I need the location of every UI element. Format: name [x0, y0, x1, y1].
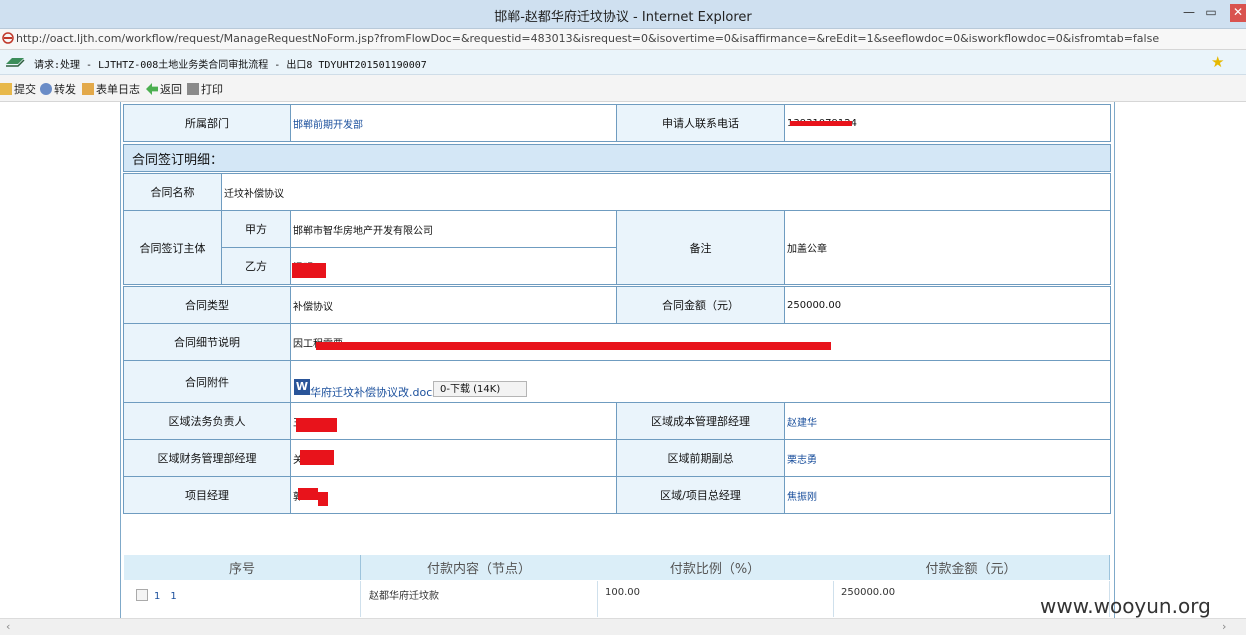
forward-label: 转发 — [54, 83, 76, 96]
submit-button[interactable]: 提交 — [0, 81, 36, 97]
ie-page-icon — [2, 32, 14, 44]
cost-manager-label: 区域成本管理部经理 — [616, 402, 785, 440]
payment-header-seq: 序号 — [124, 555, 361, 580]
form-log-label: 表单日志 — [96, 83, 140, 96]
back-button[interactable]: 返回 — [146, 81, 182, 97]
contract-type-label: 合同类型 — [123, 286, 291, 324]
attachment-label: 合同附件 — [123, 360, 291, 403]
contract-amount-value: 250000.00 — [784, 286, 1111, 324]
form-log-button[interactable]: 表单日志 — [82, 81, 140, 97]
print-label: 打印 — [201, 83, 223, 96]
close-button[interactable]: ✕ — [1230, 4, 1246, 22]
vice-president-value: 栗志勇 — [784, 439, 1111, 477]
payment-seq-b: 1 — [170, 591, 177, 602]
legal-value: 王 — [290, 402, 617, 440]
parties-label: 合同签订主体 — [123, 210, 222, 285]
party-b-label: 乙方 — [221, 247, 291, 285]
phone-label: 申请人联系电话 — [616, 104, 785, 142]
redaction-mark — [316, 342, 831, 350]
contract-amount-label: 合同金额（元） — [616, 286, 785, 324]
log-icon — [82, 83, 94, 95]
submit-label: 提交 — [14, 83, 36, 96]
payment-ratio: 100.00 — [597, 581, 834, 617]
finance-manager-value: 关 — [290, 439, 617, 477]
payment-content: 赵都华府迁坟款 — [361, 581, 598, 617]
printer-icon — [187, 83, 199, 95]
payment-row-seq: 11 — [124, 581, 361, 617]
form-content: 所属部门 邯郸前期开发部 申请人联系电话 13931079124 合同签订明细：… — [0, 102, 1246, 618]
party-a-label: 甲方 — [221, 210, 291, 248]
scroll-right-icon[interactable]: › — [1222, 620, 1226, 633]
window-title-bar: 邯郸-赵都华府迁坟协议 - Internet Explorer — ▭ ✕ — [0, 0, 1246, 29]
dept-value: 邯郸前期开发部 — [290, 104, 617, 142]
project-manager-label: 项目经理 — [123, 476, 291, 514]
vice-president-label: 区域前期副总 — [616, 439, 785, 477]
redaction-mark — [300, 450, 334, 465]
redaction-mark — [790, 121, 852, 126]
section-title: 合同签订明细： — [123, 144, 1111, 172]
back-label: 返回 — [160, 83, 182, 96]
redaction-mark — [296, 418, 337, 432]
toolbar: 提交 转发 表单日志 返回 打印 — [0, 75, 1246, 102]
finance-manager-label: 区域财务管理部经理 — [123, 439, 291, 477]
party-a-value: 邯郸市智华房地产开发有限公司 — [290, 210, 617, 248]
contract-type-value: 补偿协议 — [290, 286, 617, 324]
project-manager-value: 郭 — [290, 476, 617, 514]
cost-manager-value: 赵建华 — [784, 402, 1111, 440]
forward-icon — [40, 83, 52, 95]
download-button[interactable]: 0-下载 (14K) — [433, 381, 527, 397]
scroll-left-icon[interactable]: ‹ — [6, 620, 10, 633]
word-document-icon: W — [294, 379, 310, 395]
remark-value: 加盖公章 — [784, 210, 1111, 285]
contract-detail-label: 合同细节说明 — [123, 323, 291, 361]
back-arrow-icon — [146, 83, 158, 95]
attachment-link[interactable]: 华府迁坟补偿协议改.docx — [310, 384, 439, 400]
watermark: www.wooyun.org — [1040, 594, 1211, 618]
general-manager-label: 区域/项目总经理 — [616, 476, 785, 514]
contract-name-value: 迁坟补偿协议 — [221, 173, 1111, 211]
dept-label: 所属部门 — [123, 104, 291, 142]
payment-header-content: 付款内容（节点） — [361, 555, 598, 580]
legal-label: 区域法务负责人 — [123, 402, 291, 440]
redaction-mark — [318, 492, 328, 506]
request-header: 请求:处理 - LJTHTZ-008土地业务类合同审批流程 - 出口8 TDYU… — [0, 50, 1246, 75]
maximize-button[interactable]: ▭ — [1200, 4, 1222, 22]
print-button[interactable]: 打印 — [187, 81, 223, 97]
request-title: 请求:处理 - LJTHTZ-008土地业务类合同审批流程 - 出口8 TDYU… — [34, 60, 427, 71]
minimize-button[interactable]: — — [1178, 4, 1200, 22]
window-title: 邯郸-赵都华府迁坟协议 - Internet Explorer — [494, 10, 752, 25]
forward-button[interactable]: 转发 — [40, 81, 76, 97]
redaction-mark — [292, 263, 326, 278]
address-bar[interactable]: http://oact.ljth.com/workflow/request/Ma… — [0, 29, 1246, 50]
payment-seq-a: 1 — [154, 591, 161, 602]
contract-name-label: 合同名称 — [123, 173, 222, 211]
payment-header-amount: 付款金额（元） — [833, 555, 1110, 580]
redaction-mark — [298, 488, 318, 500]
horizontal-scrollbar[interactable]: ‹ › — [0, 618, 1246, 635]
address-url[interactable]: http://oact.ljth.com/workflow/request/Ma… — [16, 32, 1159, 45]
payment-header-ratio: 付款比例（%） — [597, 555, 834, 580]
row-checkbox[interactable] — [136, 589, 148, 601]
remark-label: 备注 — [616, 210, 785, 285]
favorites-star-icon[interactable]: ★ — [1211, 53, 1224, 71]
submit-icon — [0, 83, 12, 95]
general-manager-value: 焦振刚 — [784, 476, 1111, 514]
workflow-icon — [6, 58, 25, 67]
party-b-value: 温明日 — [290, 247, 617, 285]
